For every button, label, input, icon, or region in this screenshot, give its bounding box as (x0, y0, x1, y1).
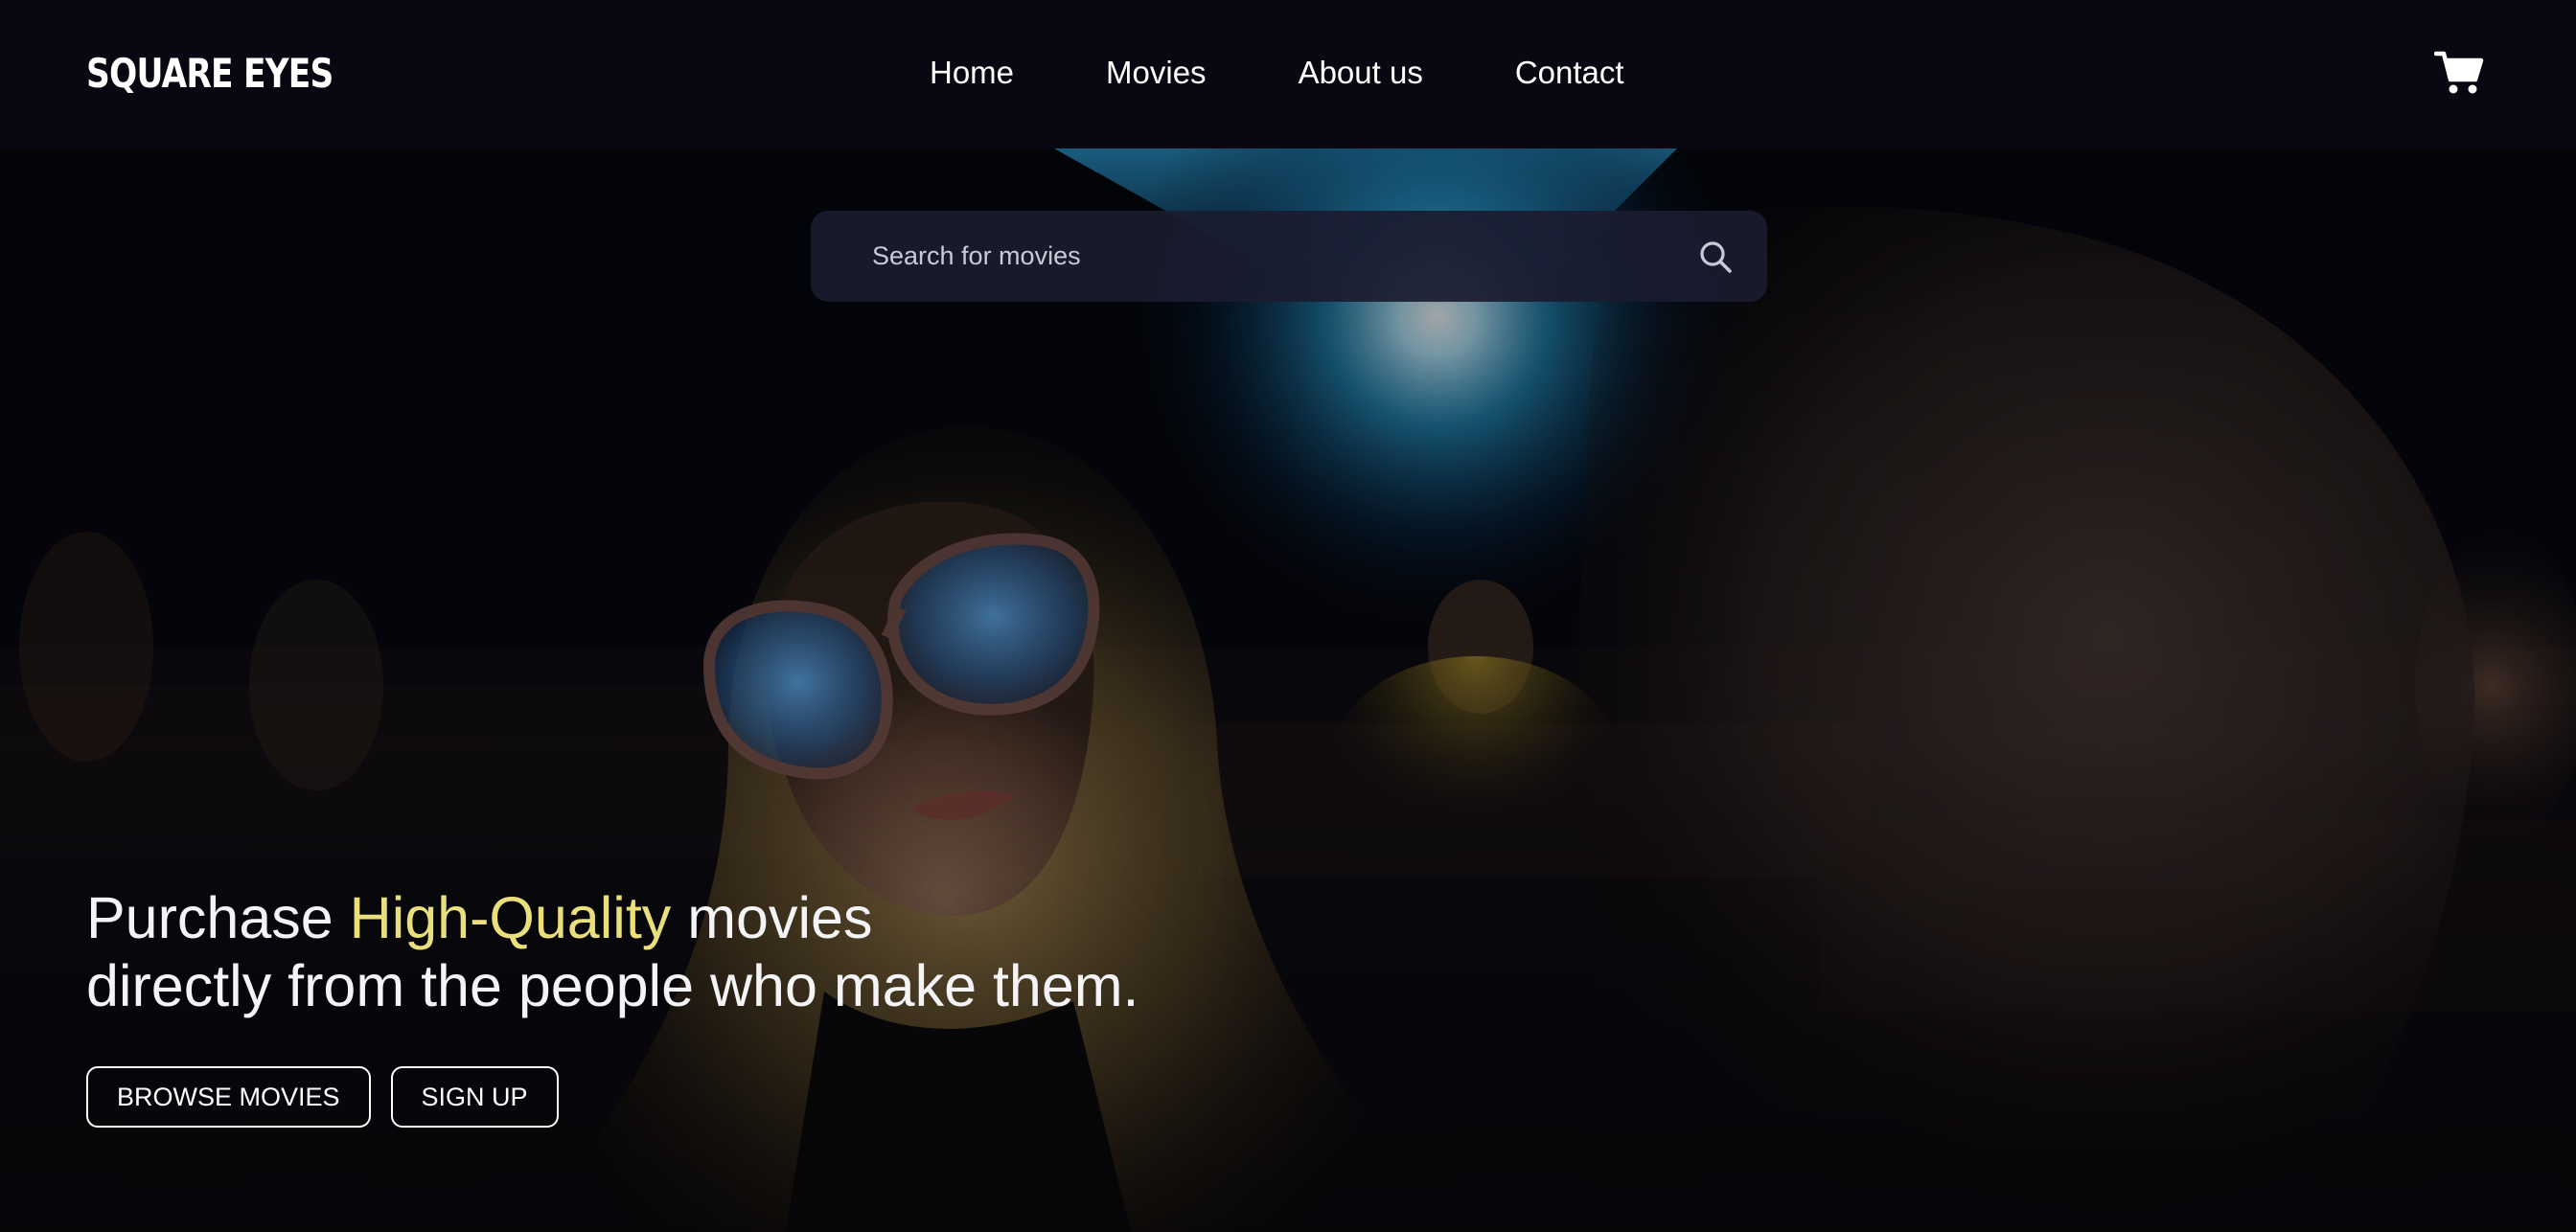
headline-text: Purchase (86, 885, 350, 950)
search-icon[interactable] (1698, 240, 1733, 274)
site-header: SQUARE EYES Home Movies About us Contact (0, 0, 2576, 148)
hero-actions: BROWSE MOVIES SIGN UP (86, 1066, 559, 1128)
hero-section: Purchase High-Quality movies directly fr… (0, 148, 2576, 1232)
browse-movies-button[interactable]: BROWSE MOVIES (86, 1066, 371, 1128)
site-logo[interactable]: SQUARE EYES (86, 50, 334, 97)
shopping-cart-icon[interactable] (2433, 50, 2484, 96)
nav-about-link[interactable]: About us (1299, 54, 1423, 92)
sign-up-button[interactable]: SIGN UP (390, 1066, 559, 1128)
headline-accent: High-Quality (349, 885, 672, 950)
nav-movies-link[interactable]: Movies (1106, 54, 1207, 92)
nav-contact-link[interactable]: Contact (1515, 54, 1624, 92)
hero-headline: Purchase High-Quality movies directly fr… (86, 884, 1139, 1020)
movie-search-bar (811, 211, 1767, 302)
nav-home-link[interactable]: Home (930, 54, 1014, 92)
search-input[interactable] (811, 211, 1767, 302)
headline-second-line: directly from the people who make them. (86, 953, 1139, 1018)
main-nav: Home Movies About us Contact (930, 54, 1624, 92)
headline-text: movies (671, 885, 873, 950)
